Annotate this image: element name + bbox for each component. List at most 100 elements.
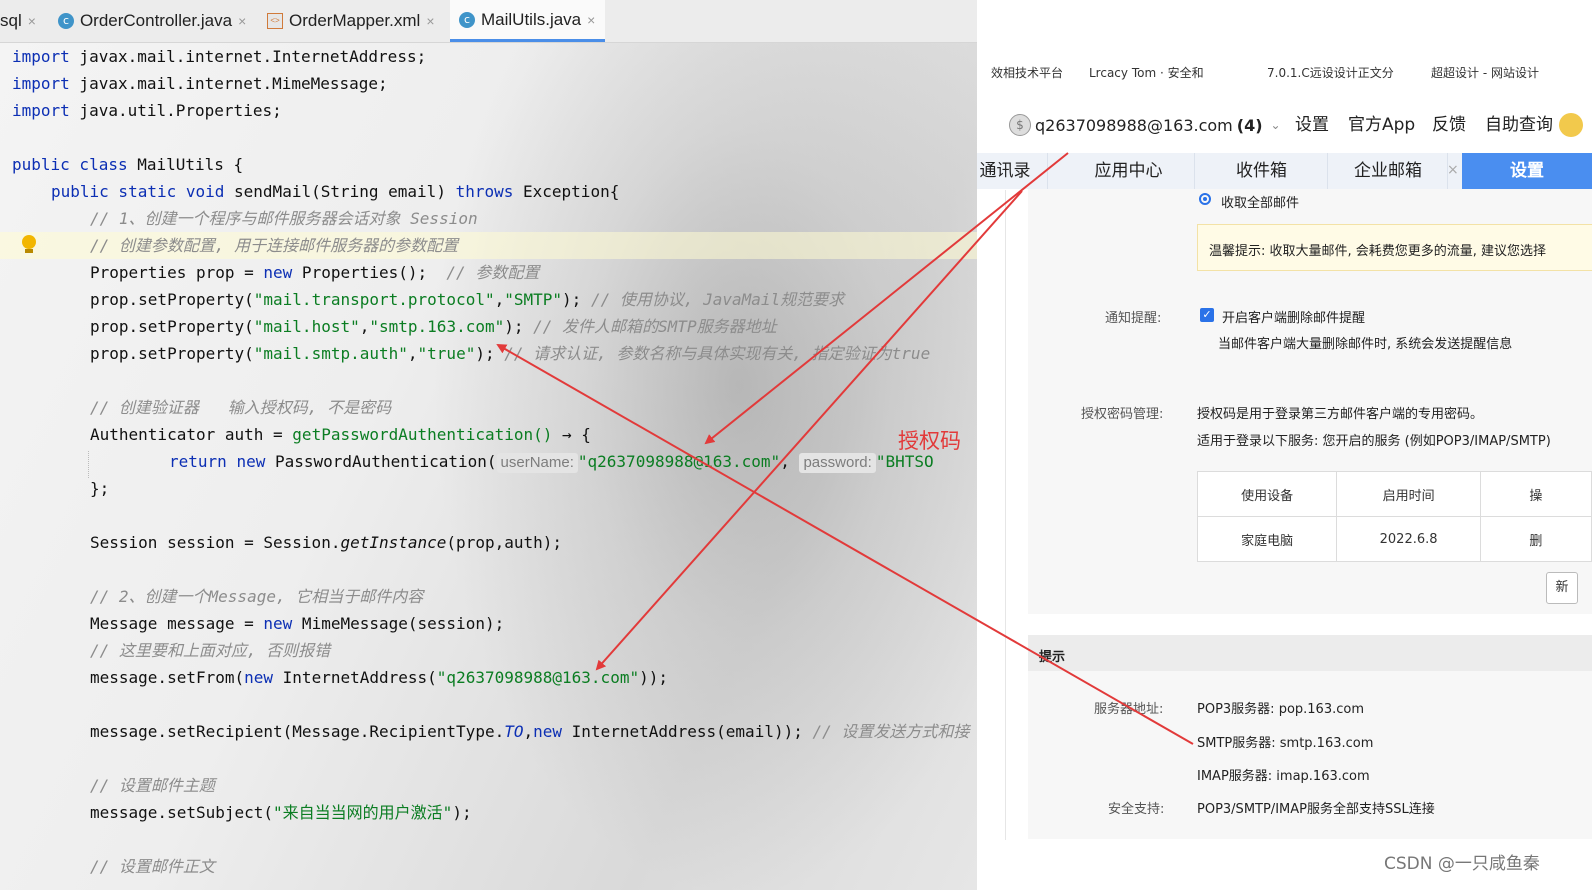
self-service-link[interactable]: 自助查询 <box>1485 112 1553 138</box>
mail-nav-tabs: 通讯录 应用中心 收件箱 企业邮箱 × 设置 <box>977 153 1592 189</box>
auth-code-desc-2: 适用于登录以下服务: 您开启的服务 (例如POP3/IMAP/SMTP) <box>1197 434 1551 449</box>
coin-icon: $ <box>1009 114 1031 136</box>
code-comment: // 设置邮件主题 <box>90 776 215 795</box>
security-support: POP3/SMTP/IMAP服务全部支持SSL连接 <box>1197 802 1435 817</box>
code-line: Authenticator auth = getPasswordAuthenti… <box>90 425 591 444</box>
new-auth-code-button[interactable]: 新 <box>1546 572 1578 604</box>
bookmark-item[interactable]: Lrcacy Tom · 安全和 <box>1089 64 1204 81</box>
tab-ordercontroller[interactable]: c OrderController.java × <box>58 0 254 42</box>
code-line: import javax.mail.internet.InternetAddre… <box>12 47 427 66</box>
param-hint: userName: <box>496 453 578 473</box>
code-line: import javax.mail.internet.MimeMessage; <box>12 74 388 93</box>
code-line: message.setFrom(new InternetAddress("q26… <box>90 668 668 687</box>
code-line: message.setRecipient(Message.RecipientTy… <box>90 722 970 741</box>
tips-header: 提示 <box>1028 635 1592 671</box>
lightbulb-icon[interactable] <box>22 235 36 253</box>
watermark: CSDN @一只咸鱼秦 <box>1384 854 1540 874</box>
editor-tab-bar: sql × c OrderController.java × <> OrderM… <box>0 0 977 43</box>
code-comment: // 设置邮件正文 <box>90 857 215 876</box>
tab-contacts[interactable]: 通讯录 <box>977 153 1048 189</box>
receive-all-label: 收取全部邮件 <box>1221 196 1300 211</box>
bookmark-item[interactable]: 效相技术平台 <box>991 64 1063 81</box>
param-hint: password: <box>799 453 876 473</box>
tab-label: OrderController.java <box>79 11 233 30</box>
code-editor: sql × c OrderController.java × <> OrderM… <box>0 0 977 890</box>
notify-description: 当邮件客户端大量删除邮件时, 系统会发送提醒信息 <box>1218 337 1513 352</box>
close-icon[interactable]: × <box>28 13 44 29</box>
code-line: import java.util.Properties; <box>12 101 282 120</box>
avatar[interactable] <box>1559 113 1583 137</box>
settings-link[interactable]: 设置 <box>1295 112 1329 138</box>
xml-file-icon: <> <box>267 13 283 29</box>
code-line: message.setSubject("来自当当网的用户激活"); <box>90 803 472 822</box>
java-class-icon: c <box>459 11 475 28</box>
table-cell: 2022.6.8 <box>1336 516 1481 562</box>
auth-code-annotation: 授权码 <box>898 429 961 453</box>
tab-app-center[interactable]: 应用中心 <box>1063 153 1195 189</box>
code-line: prop.setProperty("mail.smtp.auth","true"… <box>90 344 931 363</box>
account-unread-count: (4) <box>1236 115 1263 135</box>
feedback-link[interactable]: 反馈 <box>1432 112 1466 138</box>
java-class-icon: c <box>58 13 74 29</box>
code-line: Session session = Session.getInstance(pr… <box>90 533 563 552</box>
notify-checkbox-label: 开启客户端删除邮件提醒 <box>1222 311 1366 326</box>
close-icon[interactable]: × <box>587 12 603 28</box>
receive-all-radio[interactable] <box>1199 193 1211 205</box>
warm-tip-box: 温馨提示: 收取大量邮件, 会耗费您更多的流量, 建议您选择 <box>1197 224 1592 271</box>
auth-code-desc-1: 授权码是用于登录第三方邮件客户端的专用密码。 <box>1197 407 1484 422</box>
code-line: public class MailUtils { <box>12 155 244 174</box>
bookmark-item[interactable]: 超超设计 - 网站设计 <box>1431 64 1539 81</box>
code-line: }; <box>90 479 110 498</box>
code-line: prop.setProperty("mail.host","smtp.163.c… <box>90 317 777 336</box>
smtp-server: SMTP服务器: smtp.163.com <box>1197 736 1374 751</box>
pop3-server: POP3服务器: pop.163.com <box>1197 702 1364 717</box>
code-comment: // 2、创建一个Message, 它相当于邮件内容 <box>90 587 424 606</box>
tab-inbox[interactable]: 收件箱 <box>1196 153 1328 189</box>
warm-tip-text: 温馨提示: 收取大量邮件, 会耗费您更多的流量, 建议您选择 <box>1209 244 1547 259</box>
code-line: prop.setProperty("mail.transport.protoco… <box>90 290 845 309</box>
table-row: 家庭电脑 2022.6.8 删 <box>1196 516 1592 562</box>
code-line: Properties prop = new Properties(); // 参… <box>90 263 540 282</box>
code-line: public static void sendMail(String email… <box>51 182 620 201</box>
code-line: Message message = new MimeMessage(sessio… <box>90 614 505 633</box>
tab-label: 企业邮箱 <box>1354 161 1422 181</box>
tab-sql[interactable]: sql × <box>0 0 48 42</box>
column-header: 操 <box>1479 471 1592 517</box>
code-comment: // 1、创建一个程序与邮件服务器会话对象 Session <box>90 209 478 228</box>
imap-server: IMAP服务器: imap.163.com <box>1197 769 1370 784</box>
tab-enterprise-mail[interactable]: 企业邮箱 <box>1329 153 1448 189</box>
device-table: 使用设备 启用时间 操 家庭电脑 2022.6.8 删 <box>1196 471 1592 562</box>
close-icon[interactable]: × <box>238 13 254 29</box>
close-icon[interactable]: × <box>426 13 442 29</box>
tab-ordermapper[interactable]: <> OrderMapper.xml × <box>267 0 443 42</box>
code-comment: // 创建参数配置, 用于连接邮件服务器的参数配置 <box>90 236 459 255</box>
bookmarks-bar: 效相技术平台 Lrcacy Tom · 安全和 7.0.1.C远设设计正文分 超… <box>977 62 1592 82</box>
tips-title: 提示 <box>1039 650 1066 665</box>
code-comment: // 这里要和上面对应, 否则报错 <box>90 641 331 660</box>
server-address-label: 服务器地址: <box>1094 702 1164 717</box>
delete-link[interactable]: 删 <box>1479 516 1592 562</box>
bookmark-item[interactable]: 7.0.1.C远设设计正文分 <box>1267 64 1394 81</box>
close-icon[interactable]: × <box>1447 162 1459 178</box>
tab-label: sql <box>0 11 22 30</box>
notify-checkbox[interactable]: ✓ <box>1200 308 1214 322</box>
tab-label: MailUtils.java <box>481 9 582 29</box>
code-line: return new PasswordAuthentication(userNa… <box>169 452 934 473</box>
chevron-down-icon: ⌄ <box>1270 118 1281 132</box>
table-header-row: 使用设备 启用时间 操 <box>1196 471 1592 517</box>
code-comment: // 创建验证器 输入授权码, 不是密码 <box>90 398 392 417</box>
notify-label: 通知提醒: <box>1105 311 1162 326</box>
column-header: 启用时间 <box>1336 471 1481 517</box>
tab-settings[interactable]: 设置 <box>1462 153 1592 189</box>
official-app-link[interactable]: 官方App <box>1348 112 1415 138</box>
tab-label: OrderMapper.xml <box>289 11 421 30</box>
column-header: 使用设备 <box>1196 471 1338 517</box>
table-cell: 家庭电脑 <box>1196 516 1338 562</box>
account-email: q2637098988@163.com <box>1035 115 1233 135</box>
mail-settings-page: 效相技术平台 Lrcacy Tom · 安全和 7.0.1.C远设设计正文分 超… <box>977 0 1592 890</box>
security-label: 安全支持: <box>1108 802 1165 817</box>
sidebar-divider <box>1005 190 1006 840</box>
auth-code-label: 授权密码管理: <box>1081 407 1164 422</box>
tab-mailutils[interactable]: c MailUtils.java × <box>450 0 605 42</box>
account-switcher[interactable]: $ q2637098988@163.com (4) ⌄ <box>1009 112 1281 138</box>
